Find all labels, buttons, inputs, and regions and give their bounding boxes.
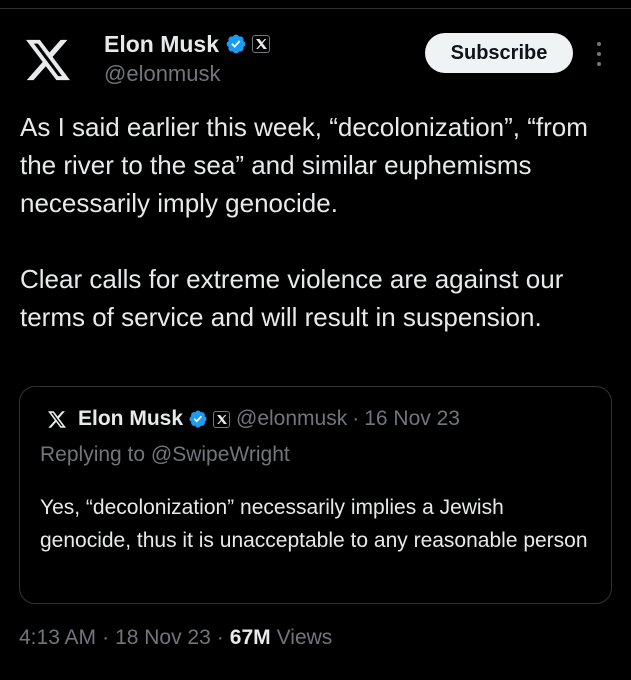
author-handle[interactable]: @elonmusk xyxy=(104,61,270,87)
x-logo-icon xyxy=(26,39,70,81)
views-count[interactable]: 67M xyxy=(230,626,271,650)
tweet-date[interactable]: 18 Nov 23 xyxy=(115,626,211,650)
x-logo-icon xyxy=(46,408,68,430)
quoted-tweet-text: Yes, “decolonization” necessarily implie… xyxy=(40,496,588,552)
quoted-tweet[interactable]: Elon Musk @elonmusk · 16 Nov 23 Replying… xyxy=(19,386,612,604)
quoted-author-handle: @elonmusk xyxy=(236,407,348,430)
tweet-text: As I said earlier this week, “decoloniza… xyxy=(20,112,588,332)
quoted-tweet-header: Elon Musk @elonmusk · 16 Nov 23 xyxy=(46,407,460,431)
views-label: Views xyxy=(276,626,333,649)
tweet-time[interactable]: 4:13 AM xyxy=(19,626,96,650)
verified-badge-icon xyxy=(189,410,207,428)
author-block: Elon Musk @elonmusk xyxy=(104,30,271,87)
author-display-name[interactable]: Elon Musk xyxy=(104,31,219,58)
tweet-meta: 4:13 AM · 18 Nov 23 · 67M Views xyxy=(19,626,332,650)
affiliate-x-badge-icon xyxy=(213,410,231,428)
separator-dot: · xyxy=(216,626,224,649)
replying-to: Replying to @SwipeWright xyxy=(40,443,290,466)
subscribe-button[interactable]: Subscribe xyxy=(425,33,573,73)
separator-dot: · xyxy=(352,407,360,430)
quoted-tweet-date: 16 Nov 23 xyxy=(364,407,460,430)
quoted-author-name: Elon Musk xyxy=(78,407,184,430)
top-divider xyxy=(0,0,631,9)
verified-badge-icon[interactable] xyxy=(225,33,247,55)
avatar[interactable] xyxy=(20,32,76,88)
affiliate-x-badge-icon[interactable] xyxy=(252,35,271,53)
separator-dot: · xyxy=(102,626,110,649)
more-vertical-icon[interactable] xyxy=(593,42,605,66)
